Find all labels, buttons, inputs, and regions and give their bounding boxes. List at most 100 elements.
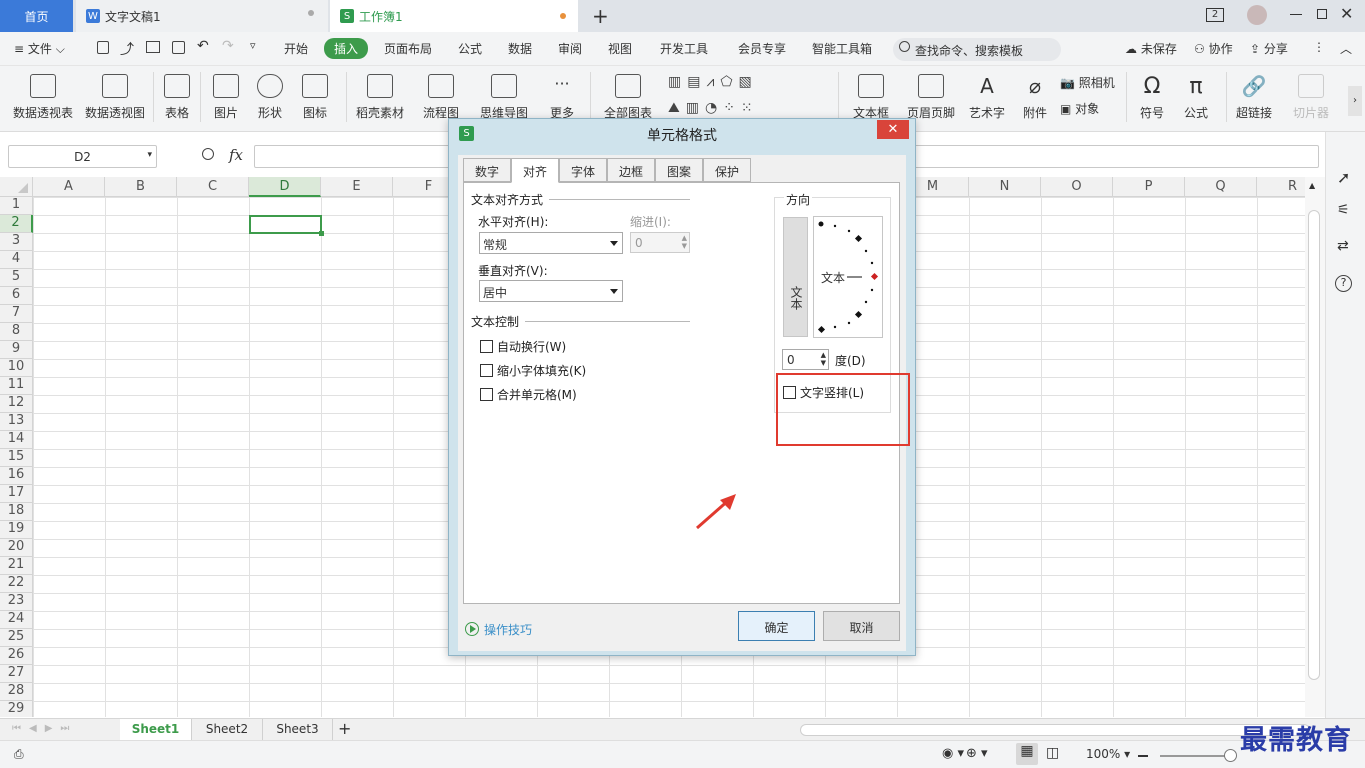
tab-pattern[interactable]: 图案 <box>655 158 703 182</box>
tab-protection[interactable]: 保护 <box>703 158 751 182</box>
table-button[interactable]: 表格 <box>160 66 194 126</box>
row-header-6[interactable]: 6 <box>0 287 33 305</box>
stepper-arrows-icon[interactable]: ▲ ▼ <box>821 351 826 367</box>
tab-number[interactable]: 数字 <box>463 158 511 182</box>
tab-home[interactable]: 首页 <box>0 0 73 32</box>
row-header-21[interactable]: 21 <box>0 557 33 575</box>
row-header-29[interactable]: 29 <box>0 701 33 717</box>
row-header-22[interactable]: 22 <box>0 575 33 593</box>
row-header-14[interactable]: 14 <box>0 431 33 449</box>
row-header-5[interactable]: 5 <box>0 269 33 287</box>
all-charts-button[interactable]: 全部图表 <box>596 66 660 126</box>
share-button[interactable]: ⇪ 分享 <box>1250 40 1288 57</box>
cursor-select-icon[interactable]: ➚ <box>1337 168 1350 187</box>
scroll-up-icon[interactable]: ▲ <box>1309 181 1315 190</box>
more-menu-icon[interactable]: ⋮ <box>1313 40 1325 54</box>
tab-border[interactable]: 边框 <box>607 158 655 182</box>
tab-workbook[interactable]: S 工作簿1 <box>330 0 578 32</box>
selected-cell-d2[interactable] <box>249 215 322 234</box>
column-header-d[interactable]: D <box>249 177 321 197</box>
new-tab-icon[interactable]: + <box>592 4 609 28</box>
pivot-chart-button[interactable]: 数据透视图 <box>82 66 148 126</box>
row-header-16[interactable]: 16 <box>0 467 33 485</box>
ok-button[interactable]: 确定 <box>738 611 815 641</box>
column-header-p[interactable]: P <box>1113 177 1185 197</box>
print-preview-icon[interactable] <box>172 41 185 54</box>
save-icon[interactable] <box>97 41 109 54</box>
wrap-text-checkbox[interactable] <box>480 340 493 353</box>
row-header-19[interactable]: 19 <box>0 521 33 539</box>
menu-developer[interactable]: 开发工具 <box>660 40 708 57</box>
menu-view[interactable]: 视图 <box>608 40 632 57</box>
object-button[interactable]: ▣ 对象 <box>1060 100 1099 117</box>
icon-library-button[interactable]: 图标 <box>295 66 335 126</box>
export-icon[interactable]: ⤴ <box>120 39 134 59</box>
avatar[interactable] <box>1247 5 1267 25</box>
menu-member[interactable]: 会员专享 <box>738 40 786 57</box>
tab-document[interactable]: W 文字文稿1 <box>76 0 328 32</box>
column-header-e[interactable]: E <box>321 177 393 197</box>
quick-access-dropdown-icon[interactable]: ▿ <box>250 39 256 52</box>
cancel-button[interactable]: 取消 <box>823 611 900 641</box>
camera-button[interactable]: 📷 照相机 <box>1060 74 1115 91</box>
reading-mode-icon[interactable]: ⊕ ▾ <box>966 746 988 761</box>
name-box[interactable]: D2 ▾ <box>8 145 157 168</box>
fill-handle[interactable] <box>319 231 324 236</box>
collab-button[interactable]: ⚇ 协作 <box>1194 40 1233 57</box>
row-header-4[interactable]: 4 <box>0 251 33 269</box>
dialog-close-button[interactable]: ✕ <box>877 120 909 139</box>
row-header-3[interactable]: 3 <box>0 233 33 251</box>
menu-smart-tools[interactable]: 智能工具箱 <box>812 40 872 57</box>
menu-data[interactable]: 数据 <box>508 40 532 57</box>
menu-file[interactable]: ≡ 文件 ⌵ <box>14 40 65 57</box>
normal-view-icon[interactable]: ▦ <box>1016 743 1038 765</box>
select-all-corner[interactable] <box>0 177 33 197</box>
help-icon[interactable]: ? <box>1335 275 1352 292</box>
sheet-tab-3[interactable]: Sheet3 <box>263 719 333 741</box>
collapse-ribbon-icon[interactable]: ︿ <box>1340 40 1352 57</box>
equation-button[interactable]: π 公式 <box>1176 66 1216 126</box>
symbol-button[interactable]: Ω 符号 <box>1132 66 1172 126</box>
row-header-26[interactable]: 26 <box>0 647 33 665</box>
tab-alignment[interactable]: 对齐 <box>511 158 559 183</box>
column-header-n[interactable]: N <box>969 177 1041 197</box>
stepper-arrows-icon[interactable]: ▲ ▼ <box>682 234 687 250</box>
row-header-24[interactable]: 24 <box>0 611 33 629</box>
tips-link[interactable]: 操作技巧 <box>484 621 532 638</box>
shape-button[interactable]: 形状 <box>250 66 290 126</box>
tab-font[interactable]: 字体 <box>559 158 607 182</box>
column-header-r[interactable]: R <box>1257 177 1305 197</box>
shrink-to-fit-checkbox[interactable] <box>480 364 493 377</box>
more-button[interactable]: ··· 更多 <box>542 66 582 126</box>
column-header-q[interactable]: Q <box>1185 177 1257 197</box>
picture-button[interactable]: 图片 <box>206 66 246 126</box>
menu-page-layout[interactable]: 页面布局 <box>384 40 432 57</box>
header-footer-button[interactable]: 页眉页脚 <box>903 66 959 126</box>
row-header-17[interactable]: 17 <box>0 485 33 503</box>
vertical-scroll-thumb[interactable] <box>1308 210 1320 680</box>
vertical-align-select[interactable]: 居中 <box>479 280 623 302</box>
menu-start[interactable]: 开始 <box>284 40 308 57</box>
row-header-11[interactable]: 11 <box>0 377 33 395</box>
add-sheet-icon[interactable]: + <box>338 719 351 738</box>
zoom-icon[interactable] <box>202 148 214 160</box>
restore-icon[interactable] <box>1317 9 1327 19</box>
column-header-a[interactable]: A <box>33 177 105 197</box>
redo-icon[interactable]: ↷ <box>222 38 234 54</box>
pivot-table-button[interactable]: 数据透视表 <box>10 66 76 126</box>
undo-icon[interactable]: ↶ <box>197 38 209 54</box>
horizontal-scrollbar[interactable] <box>800 724 1310 736</box>
row-header-28[interactable]: 28 <box>0 683 33 701</box>
horizontal-align-select[interactable]: 常规 <box>479 232 623 254</box>
command-search-box[interactable]: 查找命令、搜索模板 <box>893 38 1061 61</box>
column-header-o[interactable]: O <box>1041 177 1113 197</box>
zoom-level[interactable]: 100% ▾ <box>1086 747 1130 761</box>
menu-formula[interactable]: 公式 <box>458 40 482 57</box>
orientation-dial[interactable]: 文本 <box>813 216 883 338</box>
window-count-badge[interactable]: 2 <box>1206 8 1224 22</box>
row-header-1[interactable]: 1 <box>0 197 33 215</box>
sheet-tab-2[interactable]: Sheet2 <box>192 719 263 741</box>
row-header-20[interactable]: 20 <box>0 539 33 557</box>
degree-stepper[interactable]: 0 ▲ ▼ <box>782 349 829 370</box>
chart-type-icons[interactable]: ▥▤⩘⬠▧ <box>668 74 758 90</box>
